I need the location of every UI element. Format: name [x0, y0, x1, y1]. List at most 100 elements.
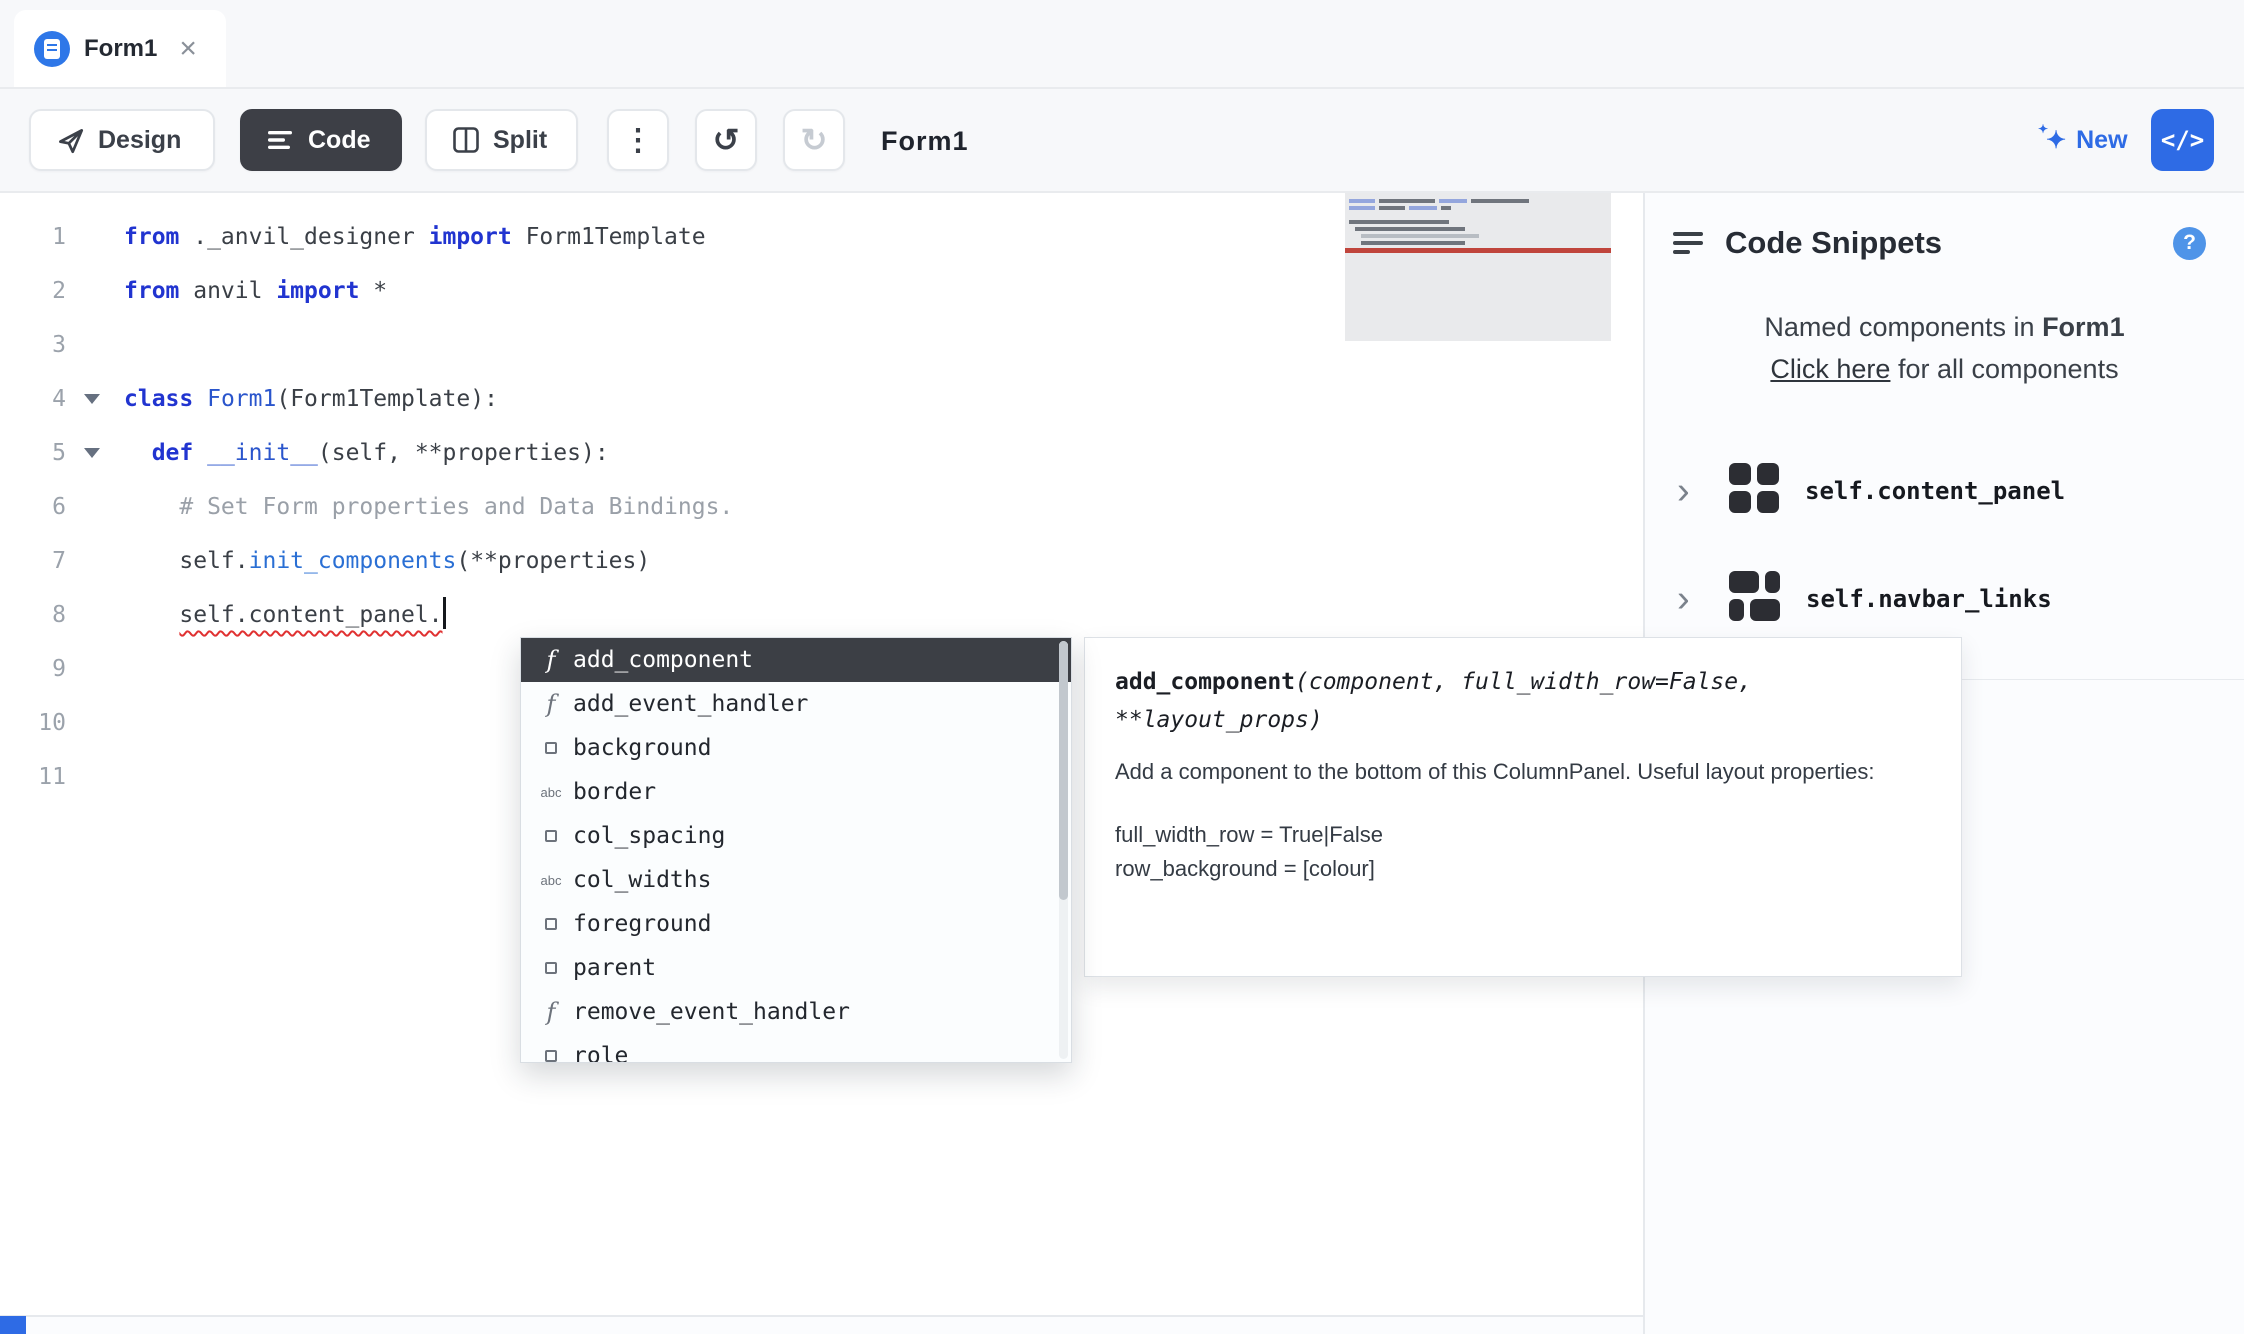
fold-arrow-icon[interactable] — [84, 448, 100, 458]
status-indicator — [0, 1316, 26, 1334]
component-name: self.content_panel — [1805, 476, 2066, 505]
line-number-6: 6 — [52, 494, 66, 520]
line-number-9: 9 — [52, 656, 66, 682]
tab-title: Form1 — [84, 34, 158, 62]
line-number-10: 10 — [38, 710, 66, 736]
property-icon — [529, 962, 573, 974]
doc-signature: add_component(component, full_width_row=… — [1115, 664, 1931, 740]
chevron-right-icon[interactable]: › — [1677, 472, 1703, 510]
autocomplete-item-add_component[interactable]: f add_component — [521, 638, 1071, 682]
kebab-icon: ⋮ — [623, 123, 653, 157]
text-cursor — [442, 597, 446, 629]
minimap-error-line — [1345, 248, 1611, 253]
code-line-4: class Form1(Form1Template): — [124, 386, 498, 412]
code-button[interactable]: Code — [240, 109, 402, 171]
autocomplete-item-parent[interactable]: parent — [521, 946, 1071, 990]
autocomplete-scrollbar[interactable] — [1059, 641, 1068, 1059]
autocomplete-item-col_spacing[interactable]: col_spacing — [521, 814, 1071, 858]
redo-button[interactable]: ↻ — [783, 109, 845, 171]
autocomplete-item-add_event_handler[interactable]: f add_event_handler — [521, 682, 1071, 726]
autocomplete-list: f add_component f add_event_handler backgrou… — [521, 638, 1071, 1063]
minimap-code-preview — [1345, 199, 1611, 253]
kebab-menu-button[interactable]: ⋮ — [607, 109, 669, 171]
text-property-icon: abc — [540, 872, 562, 888]
line-number-5: 5 — [0, 426, 110, 480]
tab-bar: Form1 × — [0, 0, 2244, 89]
autocomplete-item-label: foreground — [573, 911, 712, 937]
line-number-7: 7 — [52, 548, 66, 574]
tab-form1[interactable]: Form1 × — [14, 10, 226, 87]
design-button[interactable]: Design — [29, 109, 215, 171]
autocomplete-popup: f add_component f add_event_handler backgrou… — [520, 637, 1072, 1063]
minimap[interactable] — [1345, 193, 1611, 341]
autocomplete-item-role[interactable]: role — [521, 1034, 1071, 1063]
list-icon — [1673, 232, 1703, 254]
autocomplete-item-background[interactable]: background — [521, 726, 1071, 770]
all-components-suffix: for all components — [1890, 353, 2119, 384]
redo-icon: ↻ — [800, 122, 828, 158]
line-number-3: 3 — [52, 332, 66, 358]
snippets-header: Code Snippets ? — [1645, 193, 2244, 261]
tab-close-icon[interactable]: × — [179, 33, 197, 64]
fold-arrow-icon[interactable] — [84, 394, 100, 404]
component-row-content-panel[interactable]: › self.content_panel — [1645, 437, 2244, 545]
editor-bottom-bar — [0, 1315, 1643, 1334]
property-icon — [529, 918, 573, 930]
autocomplete-item-label: role — [573, 1043, 629, 1063]
form-file-icon — [34, 30, 70, 67]
autocomplete-item-label: add_event_handler — [573, 691, 809, 717]
code-line-7: self.init_components(**properties) — [124, 548, 651, 574]
autocomplete-item-border[interactable]: abc border — [521, 770, 1071, 814]
autocomplete-item-label: parent — [573, 955, 657, 981]
design-button-label: Design — [98, 125, 182, 154]
function-icon: f — [546, 690, 556, 718]
code-line-8: self.content_panel. — [124, 588, 733, 642]
help-button[interactable]: ? — [2173, 226, 2206, 260]
split-button-label: Split — [493, 125, 548, 154]
property-icon — [529, 1050, 573, 1062]
named-components-text: Named components in Form1 Click here for… — [1645, 307, 2244, 391]
paper-plane-icon — [57, 127, 84, 154]
code-toggle-button[interactable]: </> — [2151, 109, 2214, 171]
new-button-label: New — [2076, 125, 2128, 154]
component-list: › self.content_panel › self.navbar_links — [1645, 437, 2244, 653]
autocomplete-scrollbar-thumb[interactable] — [1059, 641, 1068, 901]
text-property-icon: abc — [540, 784, 562, 800]
chevron-right-icon[interactable]: › — [1677, 580, 1703, 618]
doc-description: Add a component to the bottom of this Co… — [1115, 758, 1875, 784]
function-icon: f — [546, 646, 556, 674]
property-icon — [529, 742, 573, 754]
component-name: self.navbar_links — [1806, 584, 2052, 613]
code-line-2: from anvil import * — [124, 278, 388, 304]
code-button-label: Code — [308, 125, 371, 154]
autocomplete-item-label: col_spacing — [573, 823, 726, 849]
new-button[interactable]: ✦ ✦ New — [2038, 109, 2128, 171]
named-components-prefix: Named components in — [1764, 312, 2043, 342]
autocomplete-item-label: remove_event_handler — [573, 999, 850, 1025]
line-number-8: 8 — [52, 602, 66, 628]
undo-button[interactable]: ↺ — [695, 109, 757, 171]
all-components-link[interactable]: Click here — [1770, 354, 1890, 384]
autocomplete-item-col_widths[interactable]: abc col_widths — [521, 858, 1071, 902]
doc-prop-line-1: full_width_row = True|False — [1115, 821, 1384, 847]
anvil-editor-window: Form1 × Design Code Split ⋮ ↺ ↻ Form1 ✦ … — [0, 0, 2244, 1334]
flow-panel-icon — [1729, 570, 1780, 627]
autocomplete-item-label: border — [573, 779, 657, 805]
code-line-6: # Set Form properties and Data Bindings. — [124, 494, 734, 520]
code-line-1: from ._anvil_designer import Form1Templa… — [124, 224, 706, 250]
line-number-11: 11 — [38, 764, 66, 790]
sparkle-icon: ✦ ✦ — [2038, 121, 2067, 154]
toolbar: Design Code Split ⋮ ↺ ↻ Form1 ✦ ✦ New </… — [0, 89, 2244, 193]
undo-icon: ↺ — [712, 122, 740, 158]
split-button[interactable]: Split — [425, 109, 578, 171]
property-icon — [529, 830, 573, 842]
function-icon: f — [546, 998, 556, 1026]
line-number-4: 4 — [0, 372, 110, 426]
split-view-icon — [453, 127, 479, 153]
gutter: 1 2 3 4 5 6 7 8 9 10 11 — [0, 193, 110, 1315]
autocomplete-item-label: col_widths — [573, 867, 712, 893]
autocomplete-item-foreground[interactable]: foreground — [521, 902, 1071, 946]
autocomplete-item-remove_event_handler[interactable]: f remove_event_handler — [521, 990, 1071, 1034]
toolbar-form-title: Form1 — [881, 125, 969, 156]
